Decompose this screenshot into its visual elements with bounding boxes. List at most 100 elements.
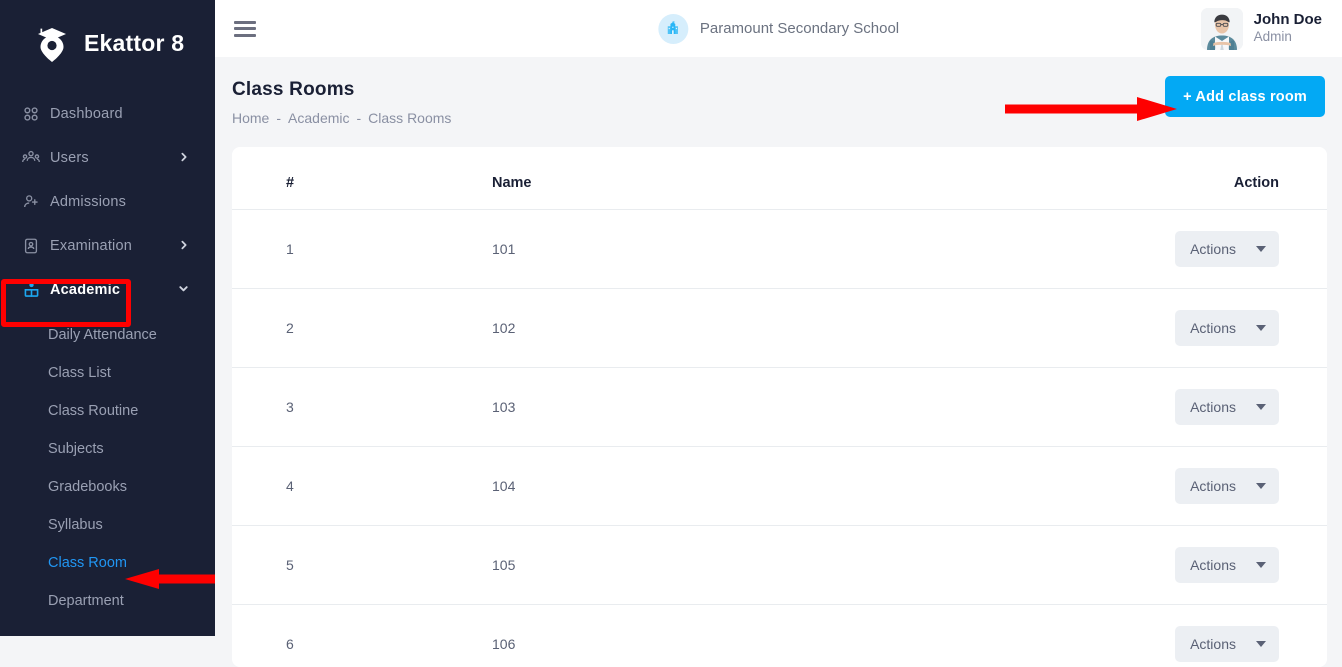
chevron-down-icon — [1256, 404, 1266, 410]
submenu-item-label: Class Room — [48, 555, 127, 571]
table-header-row: # Name Action — [232, 147, 1327, 210]
page-header: Class Rooms Home - Academic - Class Room… — [215, 57, 1342, 135]
cell-action: Actions — [1067, 210, 1327, 289]
submenu-item-gradebooks[interactable]: Gradebooks — [0, 468, 215, 506]
grid-dots-icon — [22, 105, 50, 123]
table-header: # Name Action — [232, 147, 1327, 210]
sidebar-item-admissions[interactable]: Admissions — [0, 180, 215, 224]
cell-index: 4 — [232, 447, 492, 526]
submenu-item-class-room[interactable]: Class Room — [0, 544, 215, 582]
submenu-item-label: Gradebooks — [48, 479, 127, 495]
chevron-right-icon — [179, 237, 189, 255]
chevron-right-icon — [179, 149, 189, 167]
user-role: Admin — [1254, 29, 1322, 46]
row-actions-label: Actions — [1190, 320, 1236, 336]
row-actions-button[interactable]: Actions — [1175, 389, 1279, 425]
breadcrumb-item-class-rooms[interactable]: Class Rooms — [368, 110, 451, 126]
chevron-down-icon — [1256, 483, 1266, 489]
class-rooms-table: # Name Action 1 101 Actions — [232, 147, 1327, 667]
sidebar: Ekattor 8 Dashboard Users — [0, 0, 215, 636]
submenu-item-daily-attendance[interactable]: Daily Attendance — [0, 316, 215, 354]
brand-logo[interactable]: Ekattor 8 — [0, 0, 215, 86]
submenu-item-syllabus[interactable]: Syllabus — [0, 506, 215, 544]
cell-name: 102 — [492, 289, 1067, 368]
breadcrumb: Home - Academic - Class Rooms — [232, 110, 1322, 126]
submenu-item-subjects[interactable]: Subjects — [0, 430, 215, 468]
chevron-down-icon — [1256, 325, 1266, 331]
row-actions-button[interactable]: Actions — [1175, 626, 1279, 662]
users-group-icon — [22, 149, 50, 167]
table-body: 1 101 Actions 2 102 Actions — [232, 210, 1327, 667]
cell-name: 104 — [492, 447, 1067, 526]
class-rooms-table-card: # Name Action 1 101 Actions — [232, 147, 1327, 667]
add-class-room-button[interactable]: + Add class room — [1165, 76, 1325, 117]
sidebar-item-dashboard[interactable]: Dashboard — [0, 92, 215, 136]
chevron-down-icon — [178, 281, 189, 299]
row-actions-button[interactable]: Actions — [1175, 231, 1279, 267]
academic-person-icon — [22, 281, 50, 300]
row-actions-label: Actions — [1190, 478, 1236, 494]
school-identity: Paramount Secondary School — [658, 14, 899, 44]
breadcrumb-separator: - — [276, 110, 281, 126]
sidebar-item-label: Admissions — [50, 194, 126, 210]
row-actions-label: Actions — [1190, 241, 1236, 257]
table-row: 3 103 Actions — [232, 368, 1327, 447]
user-profile-menu[interactable]: John Doe Admin — [1201, 8, 1322, 50]
row-actions-label: Actions — [1190, 399, 1236, 415]
column-header-index: # — [232, 147, 492, 210]
submenu-item-label: Daily Attendance — [48, 327, 157, 343]
row-actions-label: Actions — [1190, 557, 1236, 573]
user-avatar-photo — [1201, 8, 1243, 50]
breadcrumb-item-home[interactable]: Home — [232, 110, 269, 126]
chevron-down-icon — [1256, 641, 1266, 647]
sidebar-item-label: Examination — [50, 238, 132, 254]
column-header-name: Name — [492, 147, 1067, 210]
sidebar-item-label: Users — [50, 150, 89, 166]
submenu-item-department[interactable]: Department — [0, 582, 215, 620]
academic-submenu: Daily Attendance Class List Class Routin… — [0, 312, 215, 620]
school-name: Paramount Secondary School — [700, 20, 899, 37]
sidebar-nav: Dashboard Users — [0, 86, 215, 620]
sidebar-item-label: Dashboard — [50, 106, 123, 122]
cell-action: Actions — [1067, 289, 1327, 368]
row-actions-button[interactable]: Actions — [1175, 547, 1279, 583]
row-actions-label: Actions — [1190, 636, 1236, 652]
cell-name: 101 — [492, 210, 1067, 289]
page-title: Class Rooms — [232, 79, 1322, 101]
id-card-icon — [22, 237, 50, 255]
cell-index: 3 — [232, 368, 492, 447]
submenu-item-label: Class List — [48, 365, 111, 381]
row-actions-button[interactable]: Actions — [1175, 310, 1279, 346]
cell-name: 105 — [492, 526, 1067, 605]
page-content: Class Rooms Home - Academic - Class Room… — [215, 57, 1342, 636]
chevron-down-icon — [1256, 562, 1266, 568]
cell-action: Actions — [1067, 368, 1327, 447]
chevron-down-icon — [1256, 246, 1266, 252]
user-name: John Doe — [1254, 11, 1322, 30]
submenu-item-label: Class Routine — [48, 403, 138, 419]
submenu-item-class-list[interactable]: Class List — [0, 354, 215, 392]
submenu-item-label: Subjects — [48, 441, 104, 457]
submenu-item-class-routine[interactable]: Class Routine — [0, 392, 215, 430]
hamburger-icon[interactable] — [234, 21, 256, 37]
table-row: 2 102 Actions — [232, 289, 1327, 368]
cell-action: Actions — [1067, 526, 1327, 605]
brand-name: Ekattor 8 — [84, 30, 184, 57]
sidebar-item-users[interactable]: Users — [0, 136, 215, 180]
column-header-action: Action — [1067, 147, 1327, 210]
school-building-icon — [658, 14, 688, 44]
cell-name: 103 — [492, 368, 1067, 447]
submenu-item-label: Department — [48, 593, 124, 609]
breadcrumb-item-academic[interactable]: Academic — [288, 110, 349, 126]
cell-index: 5 — [232, 526, 492, 605]
sidebar-item-label: Academic — [50, 282, 120, 298]
breadcrumb-separator: - — [357, 110, 362, 126]
top-header: Paramount Secondary School John Doe Admi… — [215, 0, 1342, 57]
user-meta: John Doe Admin — [1254, 11, 1322, 47]
cell-index: 2 — [232, 289, 492, 368]
table-row: 5 105 Actions — [232, 526, 1327, 605]
row-actions-button[interactable]: Actions — [1175, 468, 1279, 504]
sidebar-item-examination[interactable]: Examination — [0, 224, 215, 268]
sidebar-item-academic[interactable]: Academic — [0, 268, 215, 312]
user-plus-icon — [22, 193, 50, 211]
